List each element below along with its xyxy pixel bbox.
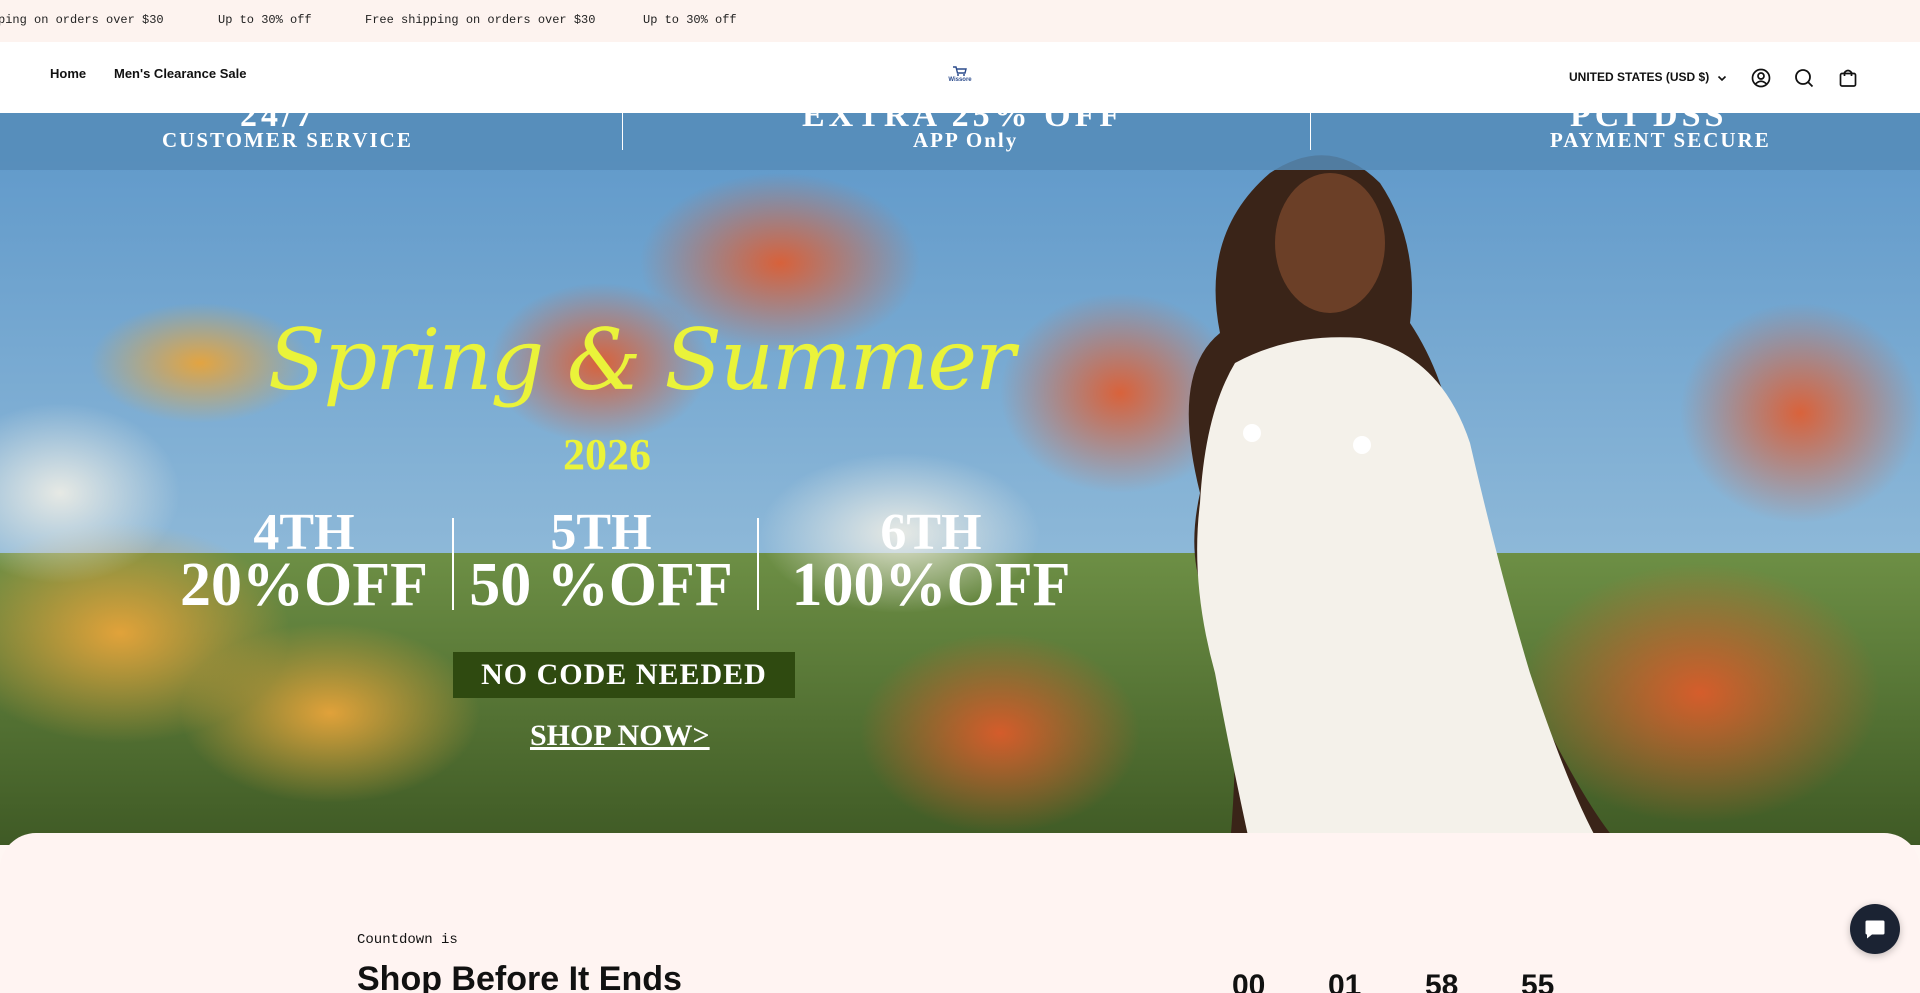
countdown-days: 00 <box>1232 969 1266 993</box>
hero-banner[interactable]: 24/7 CUSTOMER SERVICE EXTRA 25% OFF APP … <box>0 113 1920 845</box>
announcement-message: Free shipping on orders over $30 <box>365 13 596 27</box>
hero-background-image <box>0 113 1920 845</box>
announcement-message: Up to 30% off <box>218 13 312 27</box>
nav-mens-clearance-sale[interactable]: Men's Clearance Sale <box>114 66 246 81</box>
deal-day-label: 4TH <box>253 504 355 561</box>
nav-home[interactable]: Home <box>50 66 86 81</box>
deal-discount: 100%OFF <box>791 551 1071 619</box>
countdown-hours: 01 <box>1328 969 1362 993</box>
account-icon[interactable] <box>1750 67 1772 89</box>
countdown-section: Countdown is Shop Before It Ends 00 01 5… <box>0 833 1920 993</box>
chat-bubble-icon <box>1865 920 1885 939</box>
strip-app-only: APP Only <box>913 128 1019 152</box>
no-code-text: NO CODE NEEDED <box>481 658 767 691</box>
strip-payment-secure: PAYMENT SECURE <box>1550 128 1771 152</box>
deal-day-label: 5TH <box>550 504 652 561</box>
service-strip: 24/7 CUSTOMER SERVICE EXTRA 25% OFF APP … <box>0 113 1920 170</box>
announcement-message: ping on orders over $30 <box>0 13 164 27</box>
search-icon[interactable] <box>1793 67 1815 89</box>
deal-discount: 50 %OFF <box>469 551 733 619</box>
chat-launcher-button[interactable] <box>1850 904 1900 954</box>
deal-day-6: 6TH 100%OFF <box>772 504 1090 619</box>
shop-now-link[interactable]: SHOP NOW> <box>530 719 710 753</box>
strip-divider <box>622 113 623 150</box>
site-logo[interactable]: Wissore <box>942 66 978 88</box>
strip-customer-service: CUSTOMER SERVICE <box>162 128 413 152</box>
locale-label: UNITED STATES (USD $) <box>1569 70 1710 84</box>
promo-year: 2026 <box>563 430 651 479</box>
announcement-bar: ping on orders over $30 Up to 30% off Fr… <box>0 0 1920 42</box>
logo-text: Wissore <box>948 77 972 83</box>
no-code-badge: NO CODE NEEDED <box>453 652 795 698</box>
deal-day-label: 6TH <box>880 504 982 561</box>
cart-icon[interactable] <box>1837 67 1859 89</box>
deal-day-4: 4TH 20%OFF <box>176 504 432 619</box>
countdown-label: Countdown is <box>357 932 458 948</box>
site-header: Home Men's Clearance Sale Wissore UNITED… <box>0 42 1920 113</box>
chevron-down-icon <box>1717 75 1726 82</box>
deal-divider <box>757 518 759 610</box>
deal-discount: 20%OFF <box>180 551 428 619</box>
countdown-seconds: 55 <box>1521 969 1555 993</box>
announcement-message: Up to 30% off <box>643 13 737 27</box>
logo-cart-icon <box>953 66 967 76</box>
country-currency-selector[interactable]: UNITED STATES (USD $) <box>1569 70 1727 84</box>
strip-divider <box>1310 113 1311 150</box>
deal-divider <box>452 518 454 610</box>
promo-title: Spring & Summer <box>268 311 1015 409</box>
countdown-title: Shop Before It Ends <box>357 960 682 993</box>
countdown-minutes: 58 <box>1425 969 1459 993</box>
deal-day-5: 5TH 50 %OFF <box>466 504 736 619</box>
